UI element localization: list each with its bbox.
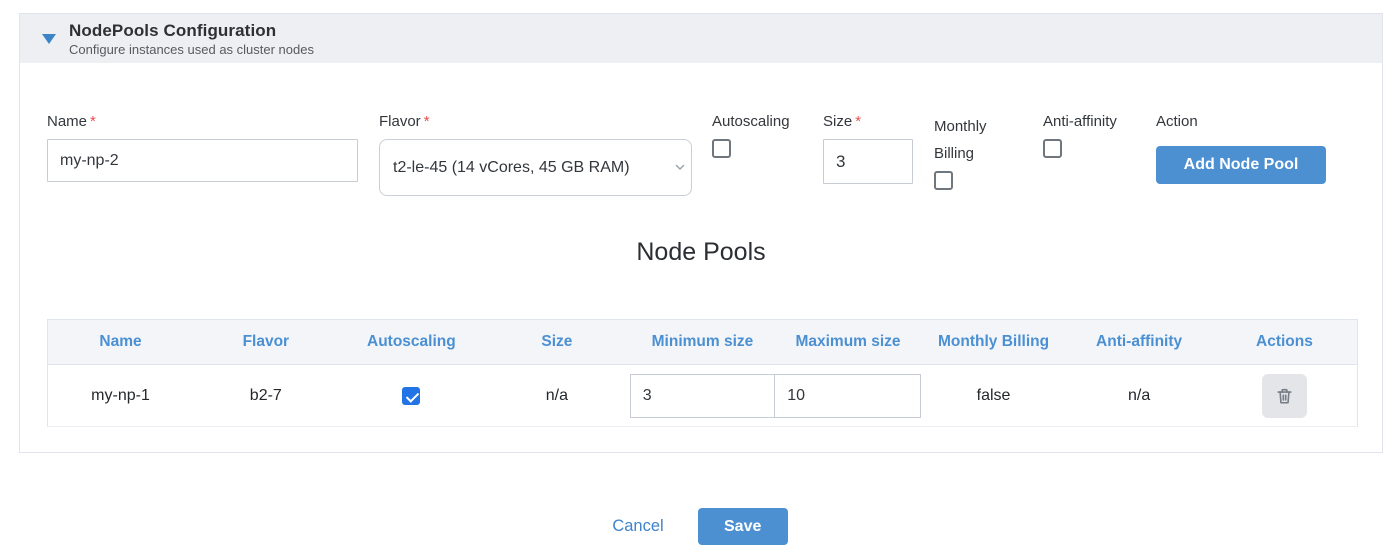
- column-header-name: Name: [48, 320, 194, 365]
- required-marker: *: [424, 113, 430, 130]
- cell-size: n/a: [484, 365, 630, 427]
- table-header-row: Name Flavor Autoscaling Size Minimum siz…: [48, 320, 1358, 365]
- required-marker: *: [855, 113, 861, 130]
- max-size-input[interactable]: [775, 374, 921, 418]
- column-header-minimum-size: Minimum size: [630, 320, 776, 365]
- cell-autoscaling: [339, 365, 485, 427]
- column-header-anti-affinity: Anti-affinity: [1066, 320, 1212, 365]
- node-pools-heading: Node Pools: [20, 238, 1382, 267]
- nodepools-panel: NodePools Configuration Configure instan…: [19, 13, 1383, 453]
- cell-actions: [1212, 365, 1358, 427]
- chevron-down-icon: [672, 159, 688, 175]
- column-header-autoscaling: Autoscaling: [339, 320, 485, 365]
- size-label: Size*: [823, 113, 913, 130]
- name-label: Name*: [47, 113, 358, 130]
- delete-row-button[interactable]: [1262, 374, 1307, 418]
- panel-title: NodePools Configuration: [69, 21, 314, 41]
- nodepool-form: Name* Flavor* t2-le-45 (14 vCores, 45 GB…: [20, 63, 1382, 238]
- cell-anti-affinity: n/a: [1066, 365, 1212, 427]
- node-pools-table: Name Flavor Autoscaling Size Minimum siz…: [47, 319, 1358, 427]
- add-node-pool-button[interactable]: Add Node Pool: [1156, 146, 1326, 184]
- name-field: Name*: [47, 113, 358, 182]
- anti-affinity-checkbox[interactable]: [1043, 139, 1062, 158]
- table-row: my-np-1 b2-7 n/a false n/a: [48, 365, 1358, 427]
- panel-header: NodePools Configuration Configure instan…: [20, 14, 1382, 63]
- column-header-monthly-billing: Monthly Billing: [921, 320, 1067, 365]
- panel-subtitle: Configure instances used as cluster node…: [69, 42, 314, 57]
- cell-maximum-size: [775, 365, 921, 427]
- column-header-maximum-size: Maximum size: [775, 320, 921, 365]
- row-autoscaling-checkbox[interactable]: [402, 387, 420, 405]
- save-button[interactable]: Save: [698, 508, 788, 545]
- anti-affinity-field: Anti-affinity: [1043, 113, 1117, 158]
- footer-actions: Cancel Save: [0, 508, 1400, 545]
- monthly-billing-field: Monthly Billing: [934, 113, 1004, 190]
- cell-flavor: b2-7: [193, 365, 339, 427]
- flavor-label: Flavor*: [379, 113, 692, 130]
- flavor-field: Flavor* t2-le-45 (14 vCores, 45 GB RAM): [379, 113, 692, 196]
- cell-monthly-billing: false: [921, 365, 1067, 427]
- size-field: Size*: [823, 113, 913, 184]
- name-input[interactable]: [47, 139, 358, 182]
- cell-minimum-size: [630, 365, 776, 427]
- min-size-input[interactable]: [630, 374, 776, 418]
- required-marker: *: [90, 113, 96, 130]
- flavor-selected-value: t2-le-45 (14 vCores, 45 GB RAM): [393, 159, 630, 177]
- autoscaling-label: Autoscaling: [712, 113, 790, 130]
- flavor-select[interactable]: t2-le-45 (14 vCores, 45 GB RAM): [379, 139, 692, 196]
- cell-name: my-np-1: [48, 365, 194, 427]
- action-field: Action Add Node Pool: [1156, 113, 1326, 184]
- monthly-billing-label: Monthly Billing: [934, 113, 1004, 167]
- anti-affinity-label: Anti-affinity: [1043, 113, 1117, 130]
- autoscaling-checkbox[interactable]: [712, 139, 731, 158]
- monthly-billing-checkbox[interactable]: [934, 171, 953, 190]
- action-label: Action: [1156, 113, 1326, 130]
- collapse-triangle-icon[interactable]: [42, 34, 56, 44]
- size-input[interactable]: [823, 139, 913, 184]
- column-header-actions: Actions: [1212, 320, 1358, 365]
- cancel-button[interactable]: Cancel: [612, 517, 663, 536]
- screen: NodePools Configuration Configure instan…: [0, 0, 1400, 560]
- column-header-flavor: Flavor: [193, 320, 339, 365]
- autoscaling-field: Autoscaling: [712, 113, 790, 158]
- trash-icon: [1275, 386, 1294, 406]
- column-header-size: Size: [484, 320, 630, 365]
